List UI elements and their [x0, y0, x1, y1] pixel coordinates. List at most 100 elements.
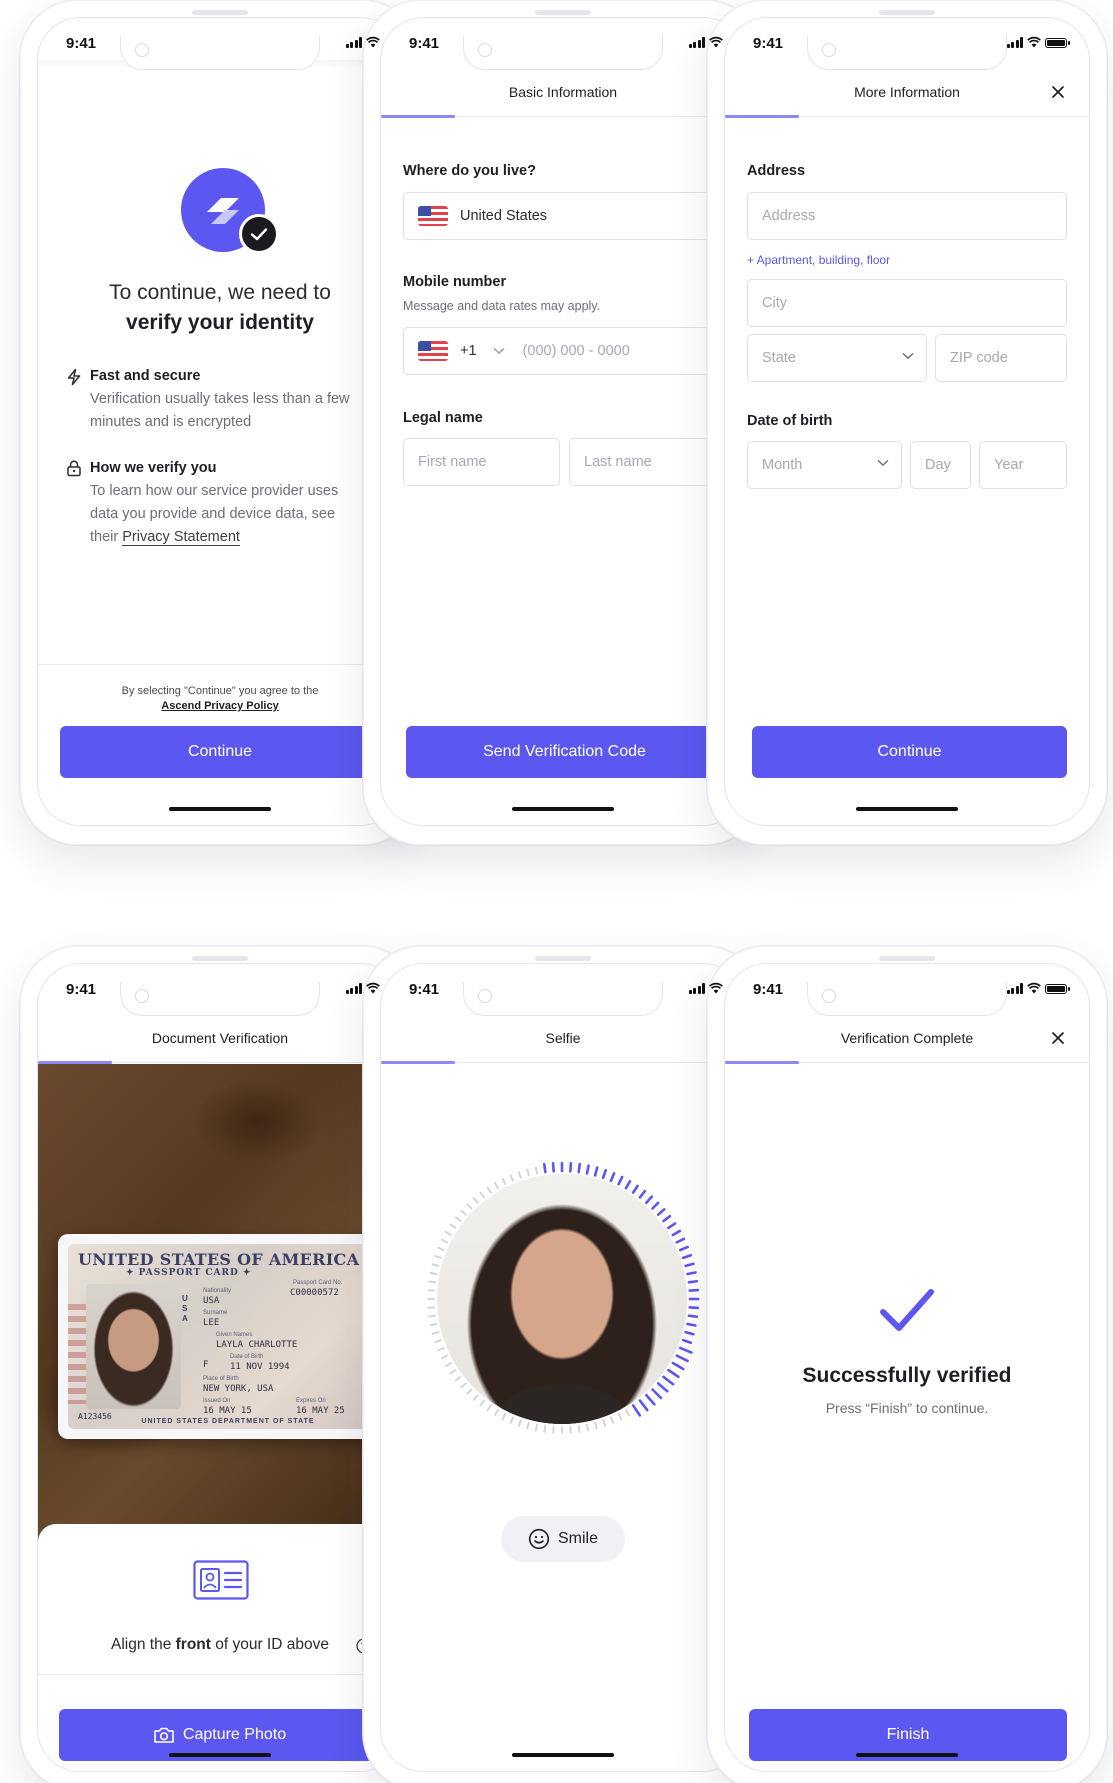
- legal-name-label: Legal name: [403, 410, 483, 426]
- issued-label: Issued On: [203, 1398, 231, 1404]
- card-number: C00000572: [290, 1288, 339, 1298]
- year-input[interactable]: Year: [979, 441, 1067, 489]
- notch: [120, 36, 320, 70]
- scan-ring-tick: [434, 1339, 442, 1343]
- footer-divider: [38, 664, 402, 665]
- scan-ring-tick: [656, 1382, 669, 1393]
- continue-button[interactable]: Continue: [752, 726, 1067, 778]
- add-apartment-link[interactable]: + Apartment, building, floor: [747, 253, 890, 267]
- legal-text: By selecting "Continue" you agree to the: [121, 685, 319, 697]
- camera: [822, 989, 836, 1003]
- success-check-icon: [880, 1289, 934, 1331]
- scan-ring-tick: [437, 1347, 445, 1352]
- country-value: United States: [460, 208, 548, 224]
- mobile-label: Mobile number: [403, 274, 507, 290]
- card-title: UNITED STATES OF AMERICA: [78, 1250, 360, 1269]
- zip-input[interactable]: ZIP code: [935, 334, 1067, 382]
- speaker: [535, 10, 591, 15]
- first-name-input[interactable]: First name: [403, 438, 560, 486]
- last-name-input[interactable]: Last name: [569, 438, 723, 486]
- wifi-icon: [366, 982, 380, 994]
- scan-ring-tick: [651, 1388, 663, 1400]
- close-icon[interactable]: [1047, 1027, 1069, 1049]
- scan-ring-tick: [472, 1197, 479, 1204]
- camera-icon: [154, 1727, 174, 1743]
- signal-icon: [1006, 983, 1023, 994]
- address-input[interactable]: Address: [747, 192, 1067, 240]
- scan-ring-tick: [645, 1393, 656, 1406]
- signal-icon: [1006, 37, 1023, 48]
- phone-placeholder: (000) 000 - 0000: [522, 343, 630, 359]
- scan-ring-tick: [501, 1177, 507, 1186]
- scan-ring-tick: [543, 1425, 547, 1433]
- continue-button[interactable]: Continue: [60, 726, 380, 778]
- status-icons: [1006, 36, 1070, 48]
- camera: [135, 989, 149, 1003]
- scan-ring-tick: [617, 1175, 624, 1186]
- page-title: Basic Information: [508, 84, 618, 100]
- screen: 9:41 Selfie Smile: [381, 964, 745, 1771]
- scan-ring-tick: [671, 1229, 682, 1237]
- scan-ring-tick: [449, 1369, 457, 1375]
- privacy-statement-link[interactable]: Privacy Statement: [122, 529, 240, 546]
- scan-ring-tick: [494, 1182, 499, 1190]
- intro-heading: To continue, we need to: [109, 281, 331, 304]
- given-names-label: Given Names: [216, 1332, 253, 1338]
- notch: [120, 982, 320, 1016]
- scan-ring-tick: [688, 1288, 700, 1292]
- scan-ring-tick: [667, 1222, 677, 1230]
- scan-ring-tick: [678, 1346, 693, 1354]
- progress-indicator: [38, 1061, 112, 1064]
- scan-ring-tick: [460, 1209, 467, 1216]
- city-input[interactable]: City: [747, 279, 1067, 327]
- scan-ring-tick: [686, 1271, 697, 1276]
- day-input[interactable]: Day: [910, 441, 971, 489]
- scan-ring-tick: [678, 1245, 689, 1252]
- scan-ring-tick: [662, 1214, 672, 1223]
- wifi-icon: [709, 36, 723, 48]
- send-verification-code-button[interactable]: Send Verification Code: [406, 726, 723, 778]
- status-time: 9:41: [753, 981, 784, 998]
- status-time: 9:41: [409, 981, 440, 998]
- status-icons: [345, 36, 381, 48]
- feature-body-fast: Verification usually takes less than a f…: [90, 391, 350, 430]
- scan-ring-tick: [662, 1375, 675, 1386]
- page-title: Verification Complete: [840, 1030, 974, 1046]
- dial-code[interactable]: +1: [460, 343, 477, 359]
- smile-prompt: Smile: [501, 1516, 625, 1562]
- battery-icon: [1045, 984, 1070, 994]
- scan-ring-tick: [440, 1354, 449, 1360]
- progress-indicator: [381, 115, 455, 118]
- screen: 9:41 Basic Information Where do you live…: [381, 18, 745, 825]
- phone-intro: 9:41 To continue, we need to verify your…: [20, 0, 420, 845]
- scan-ring-tick: [638, 1399, 649, 1412]
- speaker: [879, 956, 935, 961]
- scan-ring-tick: [472, 1394, 479, 1401]
- state-select[interactable]: State: [747, 334, 927, 382]
- status-time: 9:41: [753, 35, 784, 52]
- notch: [463, 982, 663, 1016]
- scan-ring-tick: [479, 1399, 485, 1407]
- close-icon[interactable]: [1047, 81, 1069, 103]
- scan-ring-tick: [466, 1203, 473, 1210]
- month-select[interactable]: Month: [747, 441, 902, 489]
- scan-ring-tick: [428, 1280, 436, 1284]
- signal-icon: [688, 983, 705, 994]
- country-select[interactable]: United States: [403, 192, 723, 240]
- feature-title-fast: Fast and secure: [90, 368, 201, 384]
- status-icons: [688, 982, 724, 994]
- scan-ring-tick: [631, 1404, 642, 1417]
- align-suffix: of your ID above: [210, 1636, 329, 1653]
- scan-ring-tick: [593, 1166, 599, 1177]
- scan-ring-tick: [577, 1425, 581, 1433]
- card-footer: UNITED STATES DEPARTMENT OF STATE: [141, 1418, 315, 1425]
- scan-ring-tick: [486, 1186, 492, 1194]
- privacy-policy-link[interactable]: Ascend Privacy Policy: [38, 700, 402, 712]
- phone-input[interactable]: +1 (000) 000 - 0000: [403, 327, 723, 375]
- smile-label: Smile: [557, 1530, 598, 1547]
- chevron-down-icon: [902, 352, 914, 360]
- scan-ring-tick: [687, 1279, 699, 1284]
- page-title: Document Verification: [151, 1030, 289, 1046]
- chevron-down-icon: [877, 459, 889, 467]
- surname-label: Surname: [203, 1310, 228, 1316]
